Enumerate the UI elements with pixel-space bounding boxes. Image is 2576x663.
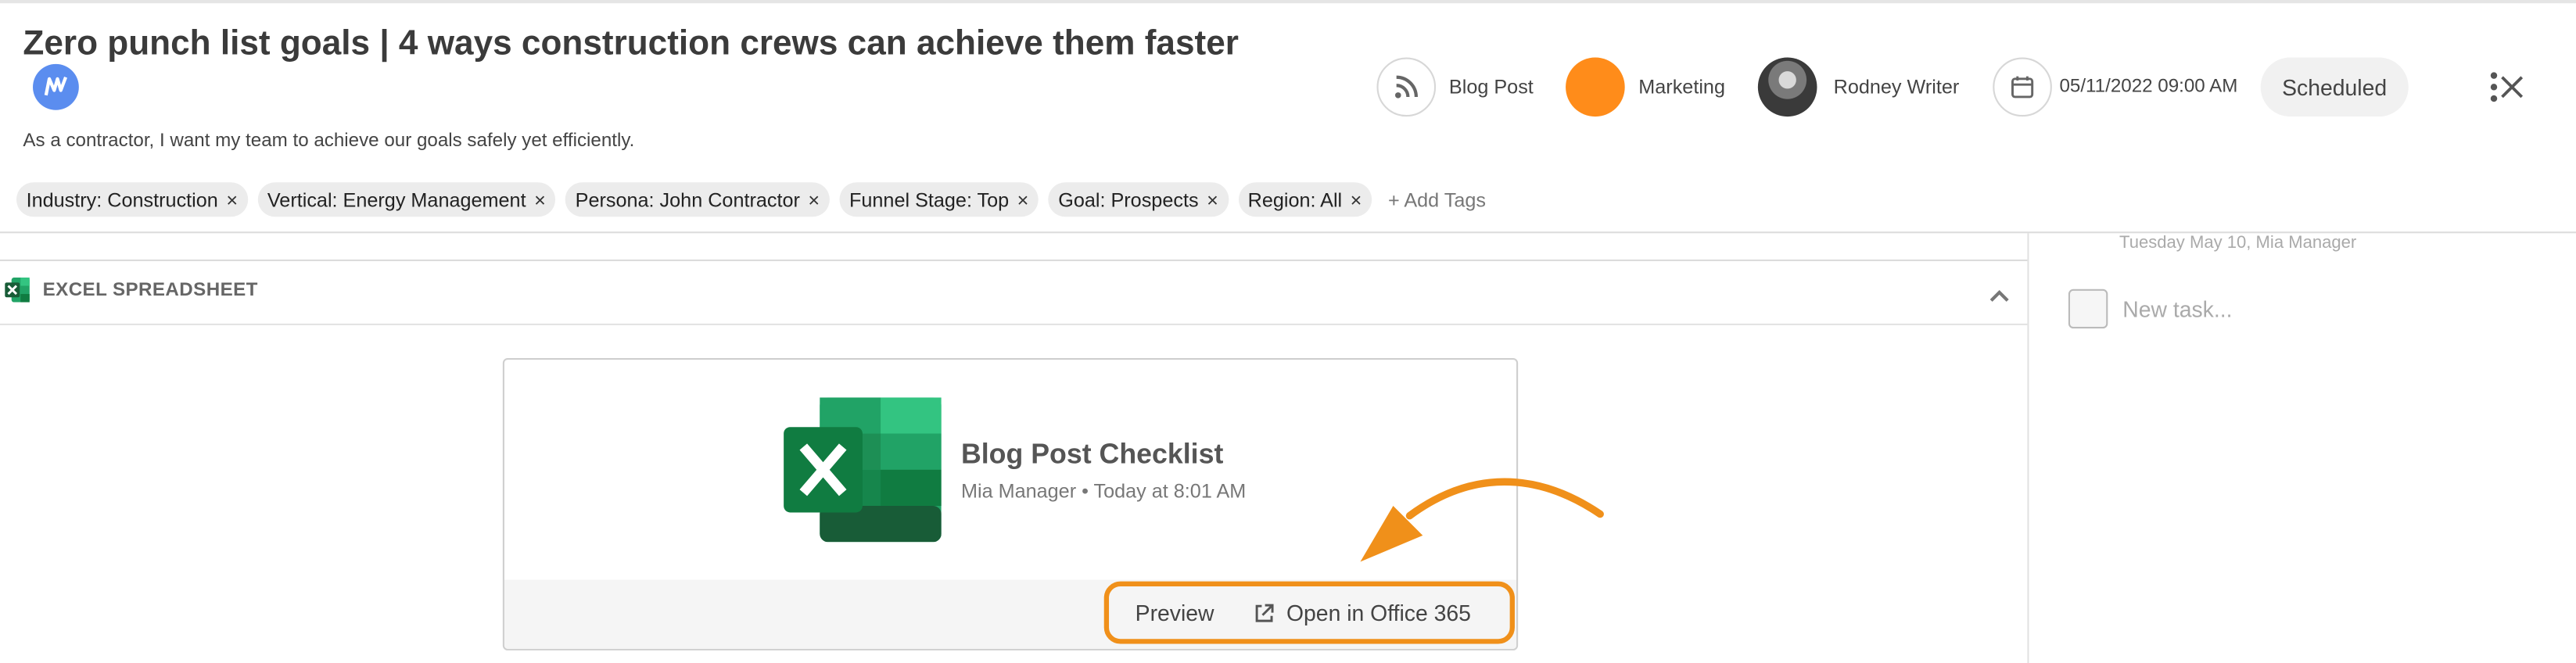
open-in-office-button[interactable]: Open in Office 365: [1254, 600, 1471, 625]
annotation-arrow-icon: [1360, 478, 1604, 562]
close-icon[interactable]: [2494, 69, 2530, 105]
rss-icon[interactable]: [1376, 57, 1437, 117]
content-detail-panel: Zero punch list goals | 4 ways construct…: [0, 0, 2576, 663]
page-subtitle: As a contractor, I want my team to achie…: [23, 131, 635, 152]
tag-chip[interactable]: Persona: John Contractor ×: [565, 182, 830, 217]
external-link-icon: [1255, 603, 1274, 622]
tag-chip[interactable]: Industry: Construction ×: [16, 182, 248, 217]
task-meta: Tuesday May 10, Mia Manager: [2119, 233, 2357, 253]
chevron-up-icon[interactable]: [1988, 282, 2011, 302]
file-meta: Mia Manager • Today at 8:01 AM: [960, 479, 1247, 503]
status-badge[interactable]: Scheduled: [2260, 57, 2409, 117]
page-title-text: Zero punch list goals | 4 ways construct…: [23, 24, 1239, 63]
open-in-office-label: Open in Office 365: [1286, 600, 1471, 625]
brand-badge-icon: [33, 63, 79, 110]
tag-chip[interactable]: Vertical: Energy Management ×: [257, 182, 556, 217]
publish-datetime[interactable]: 05/11/2022 09:00 AM: [2059, 77, 2237, 97]
new-task-checkbox[interactable]: [2068, 288, 2108, 329]
remove-tag-icon[interactable]: ×: [808, 188, 820, 211]
excel-icon: [3, 276, 31, 304]
remove-tag-icon[interactable]: ×: [1017, 188, 1029, 211]
tag-list: Industry: Construction × Vertical: Energy…: [16, 182, 1486, 217]
new-task-input[interactable]: New task...: [2122, 297, 2232, 322]
author-label: Rodney Writer: [1833, 75, 1960, 99]
author-avatar[interactable]: [1757, 57, 1817, 117]
meta-bar: Blog Post Marketing Rodney Writer 05/11/…: [1376, 56, 2513, 118]
page-title: Zero punch list goals | 4 ways construct…: [23, 23, 1239, 115]
remove-tag-icon[interactable]: ×: [226, 188, 238, 211]
remove-tag-icon[interactable]: ×: [534, 188, 546, 211]
section-title: EXCEL SPREADSHEET: [42, 280, 258, 300]
remove-tag-icon[interactable]: ×: [1207, 188, 1218, 211]
tag-chip[interactable]: Goal: Prospects ×: [1048, 182, 1229, 217]
section-divider: [0, 323, 2028, 325]
right-panel-divider: [2027, 233, 2029, 663]
section-header[interactable]: EXCEL SPREADSHEET: [3, 276, 258, 304]
content-type-label: Blog Post: [1448, 75, 1534, 99]
excel-logo-icon: [784, 397, 942, 543]
calendar-icon[interactable]: [1992, 57, 2051, 117]
preview-button[interactable]: Preview: [1136, 600, 1214, 625]
tag-chip[interactable]: Region: All ×: [1238, 182, 1372, 217]
section-divider: [0, 259, 2028, 262]
file-title[interactable]: Blog Post Checklist: [961, 439, 1223, 471]
add-tags-button[interactable]: + Add Tags: [1388, 188, 1486, 211]
tag-chip[interactable]: Funnel Stage: Top ×: [839, 182, 1039, 217]
category-color-dot[interactable]: [1566, 57, 1626, 117]
category-label: Marketing: [1638, 75, 1725, 99]
remove-tag-icon[interactable]: ×: [1351, 188, 1362, 211]
highlighted-actions: Preview Open in Office 365: [1103, 581, 1515, 644]
